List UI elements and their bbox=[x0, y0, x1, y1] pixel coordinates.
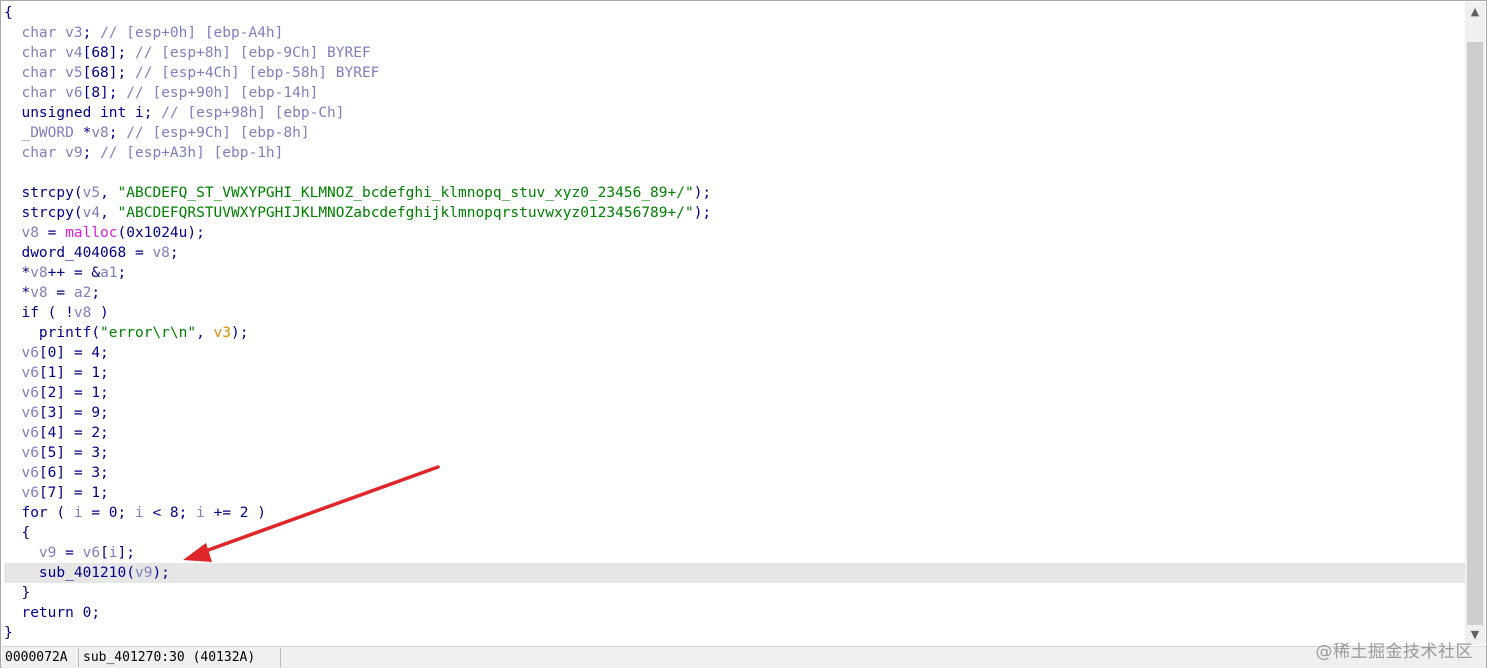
status-location: sub_401270:30 (40132A) bbox=[81, 648, 281, 667]
code-line[interactable]: v6[1] = 1; bbox=[4, 363, 1466, 383]
status-offset: 0000072A bbox=[3, 648, 79, 667]
code-line[interactable]: dword_404068 = v8; bbox=[4, 243, 1466, 263]
code-line[interactable]: v6[7] = 1; bbox=[4, 483, 1466, 503]
code-line[interactable]: char v3; // [esp+0h] [ebp-A4h] bbox=[4, 23, 1466, 43]
code-line[interactable]: v6[4] = 2; bbox=[4, 423, 1466, 443]
code-line[interactable]: v9 = v6[i]; bbox=[4, 543, 1466, 563]
code-line[interactable]: { bbox=[4, 3, 1466, 23]
code-line[interactable]: strcpy(v5, "ABCDEFQ_ST_VWXYPGHI_KLMNOZ_b… bbox=[4, 183, 1466, 203]
watermark: @稀土掘金技术社区 bbox=[1315, 642, 1473, 662]
code-line[interactable]: _DWORD *v8; // [esp+9Ch] [ebp-8h] bbox=[4, 123, 1466, 143]
pseudocode-window: { char v3; // [esp+0h] [ebp-A4h] char v4… bbox=[0, 0, 1487, 668]
code-line[interactable]: unsigned int i; // [esp+98h] [ebp-Ch] bbox=[4, 103, 1466, 123]
code-line[interactable]: v6[5] = 3; bbox=[4, 443, 1466, 463]
code-line[interactable]: char v4[68]; // [esp+8h] [ebp-9Ch] BYREF bbox=[4, 43, 1466, 63]
vertical-scrollbar[interactable]: ▲ ▼ bbox=[1465, 2, 1485, 645]
code-line[interactable]: strcpy(v4, "ABCDEFQRSTUVWXYPGHIJKLMNOZab… bbox=[4, 203, 1466, 223]
code-line[interactable]: v6[6] = 3; bbox=[4, 463, 1466, 483]
scrollbar-thumb[interactable] bbox=[1467, 42, 1483, 625]
code-line[interactable]: v6[0] = 4; bbox=[4, 343, 1466, 363]
code-line[interactable]: char v5[68]; // [esp+4Ch] [ebp-58h] BYRE… bbox=[4, 63, 1466, 83]
code-line[interactable]: } bbox=[4, 623, 1466, 643]
pseudocode-view[interactable]: { char v3; // [esp+0h] [ebp-A4h] char v4… bbox=[4, 3, 1466, 643]
code-line[interactable]: v8 = malloc(0x1024u); bbox=[4, 223, 1466, 243]
status-bar: 0000072A sub_401270:30 (40132A) bbox=[2, 646, 1486, 668]
code-line[interactable]: return 0; bbox=[4, 603, 1466, 623]
code-line[interactable]: char v6[8]; // [esp+90h] [ebp-14h] bbox=[4, 83, 1466, 103]
code-line[interactable]: { bbox=[4, 523, 1466, 543]
code-line[interactable]: *v8++ = &a1; bbox=[4, 263, 1466, 283]
code-line[interactable]: } bbox=[4, 583, 1466, 603]
code-line[interactable]: for ( i = 0; i < 8; i += 2 ) bbox=[4, 503, 1466, 523]
code-line[interactable]: *v8 = a2; bbox=[4, 283, 1466, 303]
code-line[interactable] bbox=[4, 163, 1466, 183]
code-line[interactable]: char v9; // [esp+A3h] [ebp-1h] bbox=[4, 143, 1466, 163]
code-line[interactable]: v6[3] = 9; bbox=[4, 403, 1466, 423]
scroll-up-icon[interactable]: ▲ bbox=[1465, 2, 1485, 22]
code-line[interactable]: if ( !v8 ) bbox=[4, 303, 1466, 323]
code-line[interactable]: v6[2] = 1; bbox=[4, 383, 1466, 403]
code-line[interactable]: printf("error\r\n", v3); bbox=[4, 323, 1466, 343]
code-line-current[interactable]: sub_401210(v9); bbox=[4, 563, 1466, 583]
